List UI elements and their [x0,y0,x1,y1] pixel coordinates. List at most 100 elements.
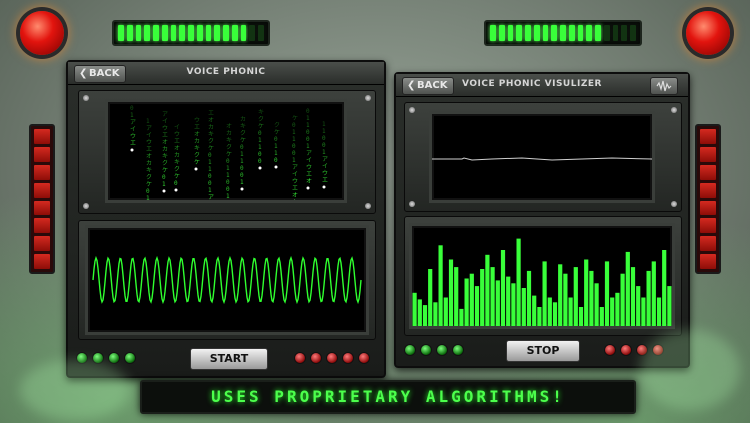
meter-segment [612,25,619,41]
red-bar-segment [700,254,716,269]
app-stage: ❮ BACK VOICE PHONIC 01アイウエ1アイウエオカキクケ011ア… [0,0,750,423]
svg-text:イ: イ [322,163,328,170]
svg-text:1: 1 [162,181,166,188]
svg-text:0: 0 [322,142,326,149]
meter-segment [205,25,212,41]
meter-segment [118,25,124,41]
spectrum-bar [610,297,615,326]
svg-text:1: 1 [306,115,310,122]
spectrum-bar [448,259,454,326]
svg-text:0: 0 [306,108,310,115]
meter-segment [525,25,531,41]
svg-text:0: 0 [174,180,178,187]
svg-text:ケ: ケ [274,129,280,136]
spectrum-bar [563,273,568,326]
svg-text:1: 1 [240,151,244,158]
spectrum-bar [511,283,516,326]
svg-text:エ: エ [322,177,328,184]
svg-text:ウ: ウ [322,169,328,177]
spectrum-bar [646,270,651,326]
red-bar-segment [34,200,50,216]
svg-text:ク: ク [226,144,232,151]
meter-segment [551,25,558,41]
banner-text: USES PROPRIETARY ALGORITHMS! [211,387,565,406]
screw-icon [671,201,677,207]
right-green-led-row [404,344,464,356]
spectrum-analyzer-graphic [412,238,672,326]
green-led [436,344,448,356]
svg-text:オ: オ [292,192,298,199]
svg-text:カ: カ [194,138,200,145]
spectrum-bar [417,299,422,326]
spectrum-bar [599,307,604,326]
svg-text:エ: エ [162,132,168,139]
svg-text:0: 0 [240,144,244,151]
spectrum-bar [485,254,490,326]
green-led [124,352,136,364]
svg-text:1: 1 [292,136,296,143]
meter-segment [516,25,523,41]
meter-segment [231,25,238,41]
meter-segment [153,25,159,41]
svg-text:0: 0 [240,165,244,172]
green-haze [20,360,130,420]
meter-segment [258,25,265,41]
svg-text:イ: イ [162,118,168,125]
panel-header: ❮ BACK VOICE PHONIC VISULIZER [396,74,688,97]
red-led [620,344,632,356]
svg-text:1: 1 [226,165,230,172]
stop-button[interactable]: STOP [506,340,580,362]
red-bar-segment [700,129,716,144]
spectrum-bar [615,292,620,326]
waveform-icon[interactable] [650,77,678,95]
spectrum-bar [532,295,537,326]
red-led [358,352,370,364]
svg-text:イ: イ [306,157,312,164]
svg-text:1: 1 [322,121,326,128]
spectrum-bar [428,269,433,326]
spectrum-bar [459,308,464,326]
svg-text:1: 1 [226,172,230,179]
meter-segment [542,25,549,41]
spectrum-bar [516,238,521,326]
voice-phonic-panel: ❮ BACK VOICE PHONIC 01アイウエ1アイウエオカキクケ011ア… [66,60,386,378]
svg-text:1: 1 [240,158,244,165]
svg-text:ケ: ケ [292,115,298,122]
svg-text:カ: カ [208,124,214,131]
meter-segment [126,25,133,41]
meter-segment [240,25,247,41]
start-button[interactable]: START [190,348,268,370]
svg-text:1: 1 [258,144,262,151]
svg-text:0: 0 [274,157,278,164]
svg-text:カ: カ [146,160,152,167]
svg-text:0: 0 [130,105,134,112]
svg-text:オ: オ [208,117,214,124]
red-bar-segment [700,182,716,198]
flat-waveform-graphic [432,157,652,161]
svg-text:1: 1 [130,112,134,119]
screw-icon [409,201,415,207]
svg-text:0: 0 [146,188,150,195]
waveform-screen [429,111,655,203]
red-bar-segment [700,236,716,252]
spectrum-bar [625,251,630,326]
svg-text:0: 0 [258,151,262,158]
spectrum-bar [474,286,480,326]
svg-text:エ: エ [130,140,136,147]
meter-segment [249,25,256,41]
svg-text:オ: オ [194,131,200,138]
screw-icon [83,203,89,209]
svg-text:ウ: ウ [194,116,200,124]
left-red-level-bar [29,124,55,274]
svg-text:オ: オ [226,123,232,130]
spectrum-screen [409,223,675,329]
svg-text:ウ: ウ [292,177,298,185]
spectrum-bar [521,288,526,326]
svg-text:0: 0 [162,174,166,181]
meter-segment [595,25,601,41]
svg-text:0: 0 [306,129,310,136]
svg-text:1: 1 [274,150,278,157]
svg-text:0: 0 [292,143,296,150]
spectrum-bar [568,297,573,326]
meter-segment [533,25,540,41]
